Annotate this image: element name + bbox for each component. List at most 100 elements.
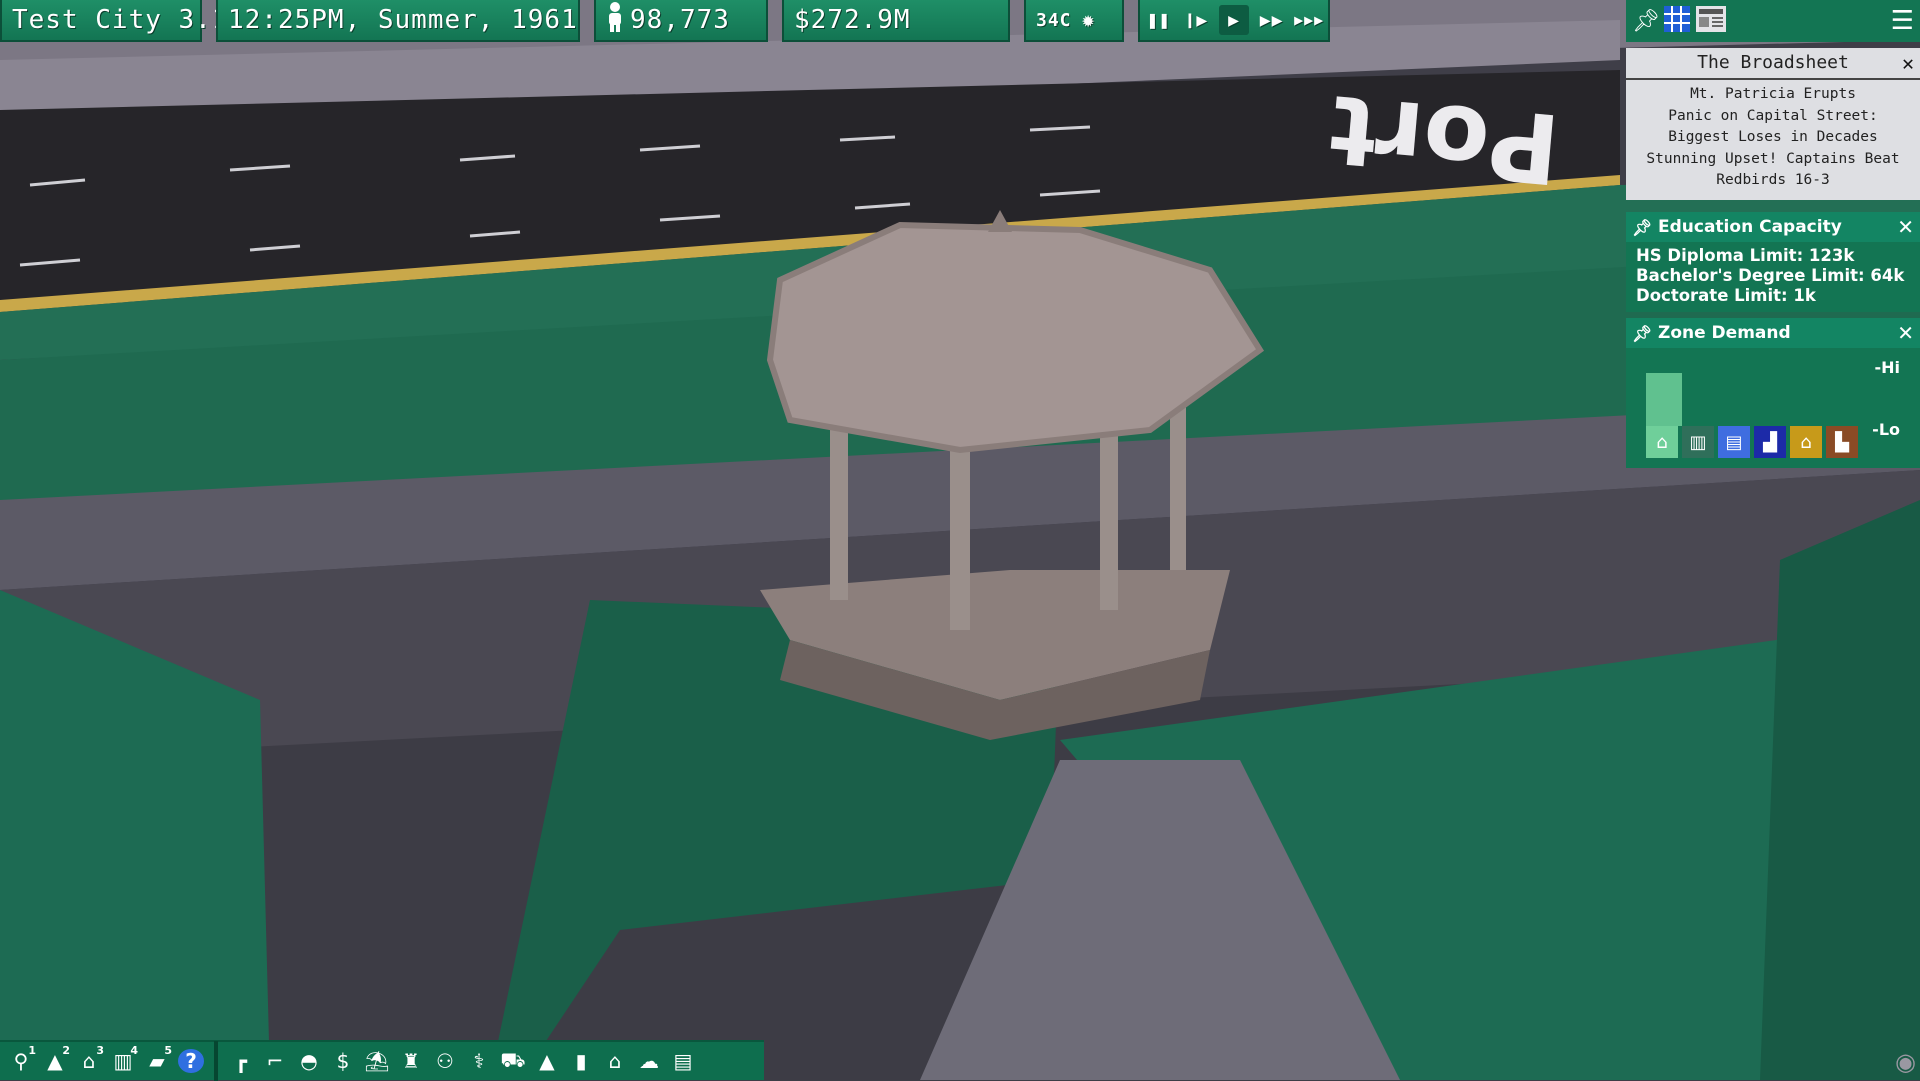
funds-value: $272.9M [794, 5, 911, 35]
fast-forward-button[interactable]: ▶▶ [1257, 5, 1287, 35]
pin-icon[interactable]: 📌︎ [1632, 9, 1664, 34]
zone-demand-close-button[interactable]: ✕ [1897, 321, 1914, 345]
transit-icon: ⛟ [500, 1047, 526, 1072]
hi-label: -Hi [1874, 358, 1900, 377]
road-tool-button[interactable]: ▲ 2 [40, 1044, 70, 1078]
zone-tool-icon: ⌂ [82, 1049, 96, 1073]
pin-icon[interactable]: 📌︎ [1632, 218, 1652, 237]
newspaper-icon[interactable] [1696, 6, 1728, 36]
utility-icon: ▮ [575, 1049, 587, 1073]
zone-industrial-icon[interactable]: ▙ [1826, 426, 1858, 458]
city-name: Test City 3.1 [12, 5, 229, 35]
education-panel: 📌︎ Education Capacity ✕ HS Diploma Limit… [1626, 212, 1920, 312]
recreation-icon: ⛱ [364, 1049, 390, 1073]
newspaper-panel: The Broadsheet ✕ Mt. Patricia Erupts Pan… [1626, 48, 1920, 200]
zone-demand-chart: -Hi -Lo ⌂ ▥ ▤ ▟ ⌂ ▙ [1626, 348, 1920, 468]
road-tool-icon: ▲ [47, 1049, 63, 1073]
transit-button[interactable]: ⛟ [498, 1044, 528, 1078]
zone-tool-button[interactable]: ⌂ 3 [74, 1044, 104, 1078]
query-tool-button[interactable]: ⚲ 1 [6, 1044, 36, 1078]
headline[interactable]: Panic on Capital Street: Biggest Loses i… [1634, 106, 1912, 149]
sun-icon: ✹ [1081, 7, 1096, 33]
newspaper-title: The Broadsheet [1697, 52, 1849, 73]
zone-demand-panel: 📌︎ Zone Demand ✕ -Hi -Lo ⌂ ▥ ▤ ▟ ⌂ ▙ [1626, 318, 1920, 468]
education-line: HS Diploma Limit: 123k [1636, 246, 1855, 265]
pin-icon[interactable]: 📌︎ [1632, 324, 1652, 343]
monument-button[interactable]: ♜ [396, 1044, 426, 1078]
housing-icon: ⌂ [608, 1049, 622, 1073]
news-icon: ▤ [673, 1049, 693, 1073]
health-button[interactable]: ⚕ [464, 1044, 494, 1078]
recreation-button[interactable]: ⛱ [362, 1044, 392, 1078]
terrain-icon: ▲ [539, 1049, 555, 1073]
grid-icon[interactable] [1664, 6, 1696, 36]
zone-demand-bar-residential-low [1646, 373, 1682, 426]
pause-button[interactable]: ❚❚ [1144, 5, 1174, 35]
finance-button[interactable]: $ [328, 1044, 358, 1078]
building-tool-button[interactable]: ▥ 4 [108, 1044, 138, 1078]
datetime: 12:25PM, Summer, 1961 [228, 5, 578, 35]
zone-demand-title: Zone Demand [1658, 323, 1791, 343]
weather-box[interactable]: 34C ✹ [1024, 0, 1124, 42]
newspaper-close-button[interactable]: ✕ [1902, 51, 1914, 75]
headline[interactable]: Mt. Patricia Erupts [1634, 84, 1912, 106]
top-right-toolbar: 📌︎ ☰ [1626, 0, 1920, 42]
play-button[interactable]: ▶ [1218, 5, 1249, 35]
hotkey-number: 1 [28, 1044, 36, 1057]
utility-button[interactable]: ▮ [566, 1044, 596, 1078]
people-icon: ⚇ [436, 1049, 454, 1073]
education-icon: ◓ [300, 1049, 318, 1073]
rail-build-button[interactable]: ⌐ [260, 1044, 290, 1078]
health-icon: ⚕ [473, 1049, 485, 1073]
monument-icon: ♜ [402, 1049, 420, 1073]
hotkey-number: 2 [62, 1044, 70, 1057]
temperature-value: 34C [1036, 9, 1072, 31]
headline[interactable]: Stunning Upset! Captains Beat Redbirds 1… [1634, 149, 1912, 192]
zone-commercial-low-icon[interactable]: ▤ [1718, 426, 1750, 458]
road-build-button[interactable]: ┏ [226, 1044, 256, 1078]
tool-group-primary: ⚲ 1 ▲ 2 ⌂ 3 ▥ 4 ▰ 5? [0, 1044, 208, 1078]
toolbar-divider [214, 1041, 218, 1081]
road-build-icon: ┏ [234, 1049, 248, 1073]
population-box[interactable]: 98,773 [594, 0, 768, 42]
person-icon [596, 1, 628, 39]
finance-icon: $ [336, 1049, 350, 1073]
speed-controls: ❚❚ ❙▶ ▶ ▶▶ ▶▶▶ [1138, 0, 1330, 42]
cloud-button[interactable]: ☁ [634, 1044, 664, 1078]
eye-icon[interactable]: ◉ [1895, 1048, 1916, 1076]
bottom-toolbar: ⚲ 1 ▲ 2 ⌂ 3 ▥ 4 ▰ 5? ┏ ⌐ ◓ $ ⛱ ♜ ⚇ ⚕ ⛟ ▲ ▮ ⌂ ☁ ▤ [0, 1040, 764, 1081]
svg-text:Port: Port [1325, 73, 1563, 205]
bulldoze-tool-button[interactable]: ▰ 5 [142, 1044, 172, 1078]
zone-residential-low-icon[interactable]: ⌂ [1646, 426, 1678, 458]
menu-icon[interactable]: ☰ [1891, 6, 1914, 36]
education-line: Doctorate Limit: 1k [1636, 286, 1816, 305]
bulldoze-tool-icon: ▰ [149, 1049, 165, 1073]
city-name-box[interactable]: Test City 3.1 [0, 0, 228, 42]
education-panel-title: Education Capacity [1658, 217, 1842, 237]
help-tool-icon: ? [178, 1049, 204, 1073]
zone-commercial-high-icon[interactable]: ▟ [1754, 426, 1786, 458]
hotkey-number: 4 [130, 1044, 138, 1057]
hotkey-number: 5 [164, 1044, 172, 1057]
step-button[interactable]: ❙▶ [1181, 5, 1211, 35]
rail-build-icon: ⌐ [266, 1049, 284, 1073]
zone-industrial-agri-icon[interactable]: ⌂ [1790, 426, 1822, 458]
query-tool-icon: ⚲ [13, 1049, 29, 1073]
terrain-button[interactable]: ▲ [532, 1044, 562, 1078]
zone-residential-high-icon[interactable]: ▥ [1682, 426, 1714, 458]
education-line: Bachelor's Degree Limit: 64k [1636, 266, 1905, 285]
cloud-icon: ☁ [639, 1049, 659, 1073]
education-close-button[interactable]: ✕ [1897, 215, 1914, 239]
housing-button[interactable]: ⌂ [600, 1044, 630, 1078]
education-button[interactable]: ◓ [294, 1044, 324, 1078]
population-value: 98,773 [630, 5, 730, 35]
tool-group-build: ┏ ⌐ ◓ $ ⛱ ♜ ⚇ ⚕ ⛟ ▲ ▮ ⌂ ☁ ▤ [224, 1044, 700, 1078]
datetime-box[interactable]: 12:25PM, Summer, 1961 [216, 0, 580, 42]
funds-box[interactable]: $272.9M [782, 0, 1010, 42]
news-button[interactable]: ▤ [668, 1044, 698, 1078]
people-button[interactable]: ⚇ [430, 1044, 460, 1078]
hotkey-number: 3 [96, 1044, 104, 1057]
fastest-button[interactable]: ▶▶▶ [1294, 5, 1324, 35]
help-tool-button[interactable]: ? [176, 1044, 206, 1078]
lo-label: -Lo [1872, 420, 1900, 439]
